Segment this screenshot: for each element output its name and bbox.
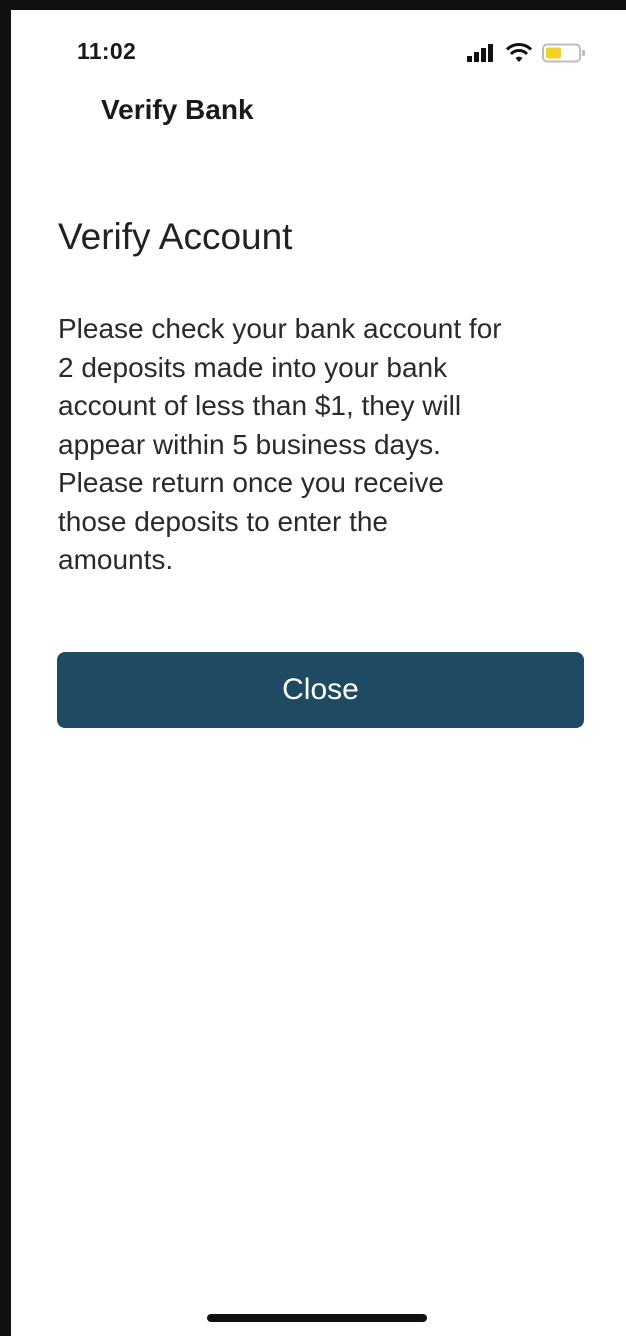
- message-line: Please return once you receive: [58, 467, 444, 498]
- message-line: those deposits to enter the: [58, 505, 388, 537]
- nav-title: Verify Bank: [101, 94, 254, 125]
- close-button[interactable]: Close: [57, 652, 584, 728]
- wifi-icon: [506, 43, 532, 62]
- device-frame-left: [0, 0, 11, 1336]
- device-frame-top: [0, 0, 626, 10]
- status-icons: [466, 40, 586, 66]
- screen: 11:02 Verify Bank Verify Account Please …: [11, 10, 626, 1336]
- status-time: 11:02: [77, 38, 137, 64]
- home-indicator[interactable]: [207, 1314, 427, 1322]
- close-button-label: Close: [282, 673, 359, 706]
- message-line: 2 deposits made into your bank: [58, 351, 448, 383]
- message-line: amounts.: [58, 544, 174, 575]
- page-title: Verify Account: [58, 216, 293, 257]
- message-line: Please check your bank account for: [58, 313, 502, 344]
- verification-message: Please check your bank account for 2 dep…: [58, 310, 588, 580]
- message-line: appear within 5 business days.: [58, 428, 441, 460]
- battery-icon: [542, 43, 585, 63]
- message-line: account of less than $1, they will: [58, 390, 462, 421]
- signal-icon: [467, 44, 493, 62]
